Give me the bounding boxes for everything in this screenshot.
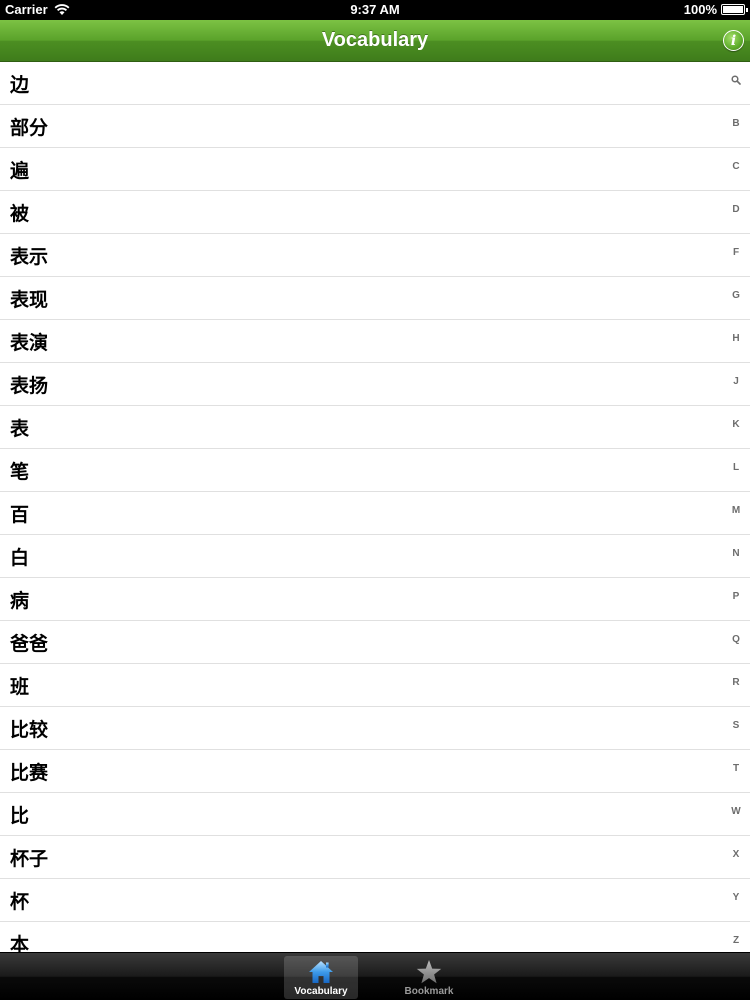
vocabulary-word: 遍 (10, 159, 30, 182)
section-index[interactable]: BCDFGHJKLMNPQRSTWXYZ (722, 62, 750, 952)
tab-vocabulary[interactable]: Vocabulary (284, 956, 358, 999)
vocabulary-word: 表示 (10, 245, 49, 268)
vocabulary-word: 被 (10, 202, 30, 225)
vocabulary-row[interactable]: 白 (0, 535, 750, 578)
vocabulary-word: 白 (10, 546, 30, 569)
search-icon (731, 75, 741, 85)
vocabulary-word: 百 (10, 503, 30, 526)
index-letter[interactable]: K (722, 406, 750, 449)
battery-indicator: 100% (683, 2, 748, 17)
page-title: Vocabulary (321, 29, 429, 51)
tab-bar: Vocabulary Bookmark (0, 952, 750, 1000)
index-letter[interactable]: P (722, 578, 750, 621)
vocabulary-word: 比 (10, 804, 30, 827)
vocabulary-word: 杯 (10, 890, 30, 913)
home-icon (309, 961, 333, 983)
index-search[interactable] (722, 62, 750, 105)
vocabulary-row[interactable]: 比较 (0, 707, 750, 750)
index-letter[interactable]: T (722, 750, 750, 793)
index-letter[interactable]: X (722, 836, 750, 879)
index-letter[interactable]: F (722, 234, 750, 277)
app-screen: Carrier 9:37 AM 100% Vocabulary i 边部分遍被表… (0, 0, 750, 1000)
vocabulary-row[interactable]: 比 (0, 793, 750, 836)
vocabulary-row[interactable]: 班 (0, 664, 750, 707)
vocabulary-word: 表现 (10, 288, 49, 311)
vocabulary-word: 边 (10, 73, 30, 96)
index-letter[interactable]: G (722, 277, 750, 320)
clock: 9:37 AM (350, 2, 400, 17)
tab-bookmark[interactable]: Bookmark (392, 956, 466, 999)
vocabulary-word: 笔 (10, 460, 30, 483)
vocabulary-row[interactable]: 表示 (0, 234, 750, 277)
vocabulary-word: 表 (10, 417, 30, 440)
vocabulary-row[interactable]: 表演 (0, 320, 750, 363)
battery-fill (723, 6, 743, 13)
vocabulary-list[interactable]: 边部分遍被表示表现表演表扬表笔百白病爸爸班比较比赛比杯子杯本 (0, 62, 750, 952)
vocabulary-row[interactable]: 笔 (0, 449, 750, 492)
vocabulary-row[interactable]: 表现 (0, 277, 750, 320)
index-letter[interactable]: C (722, 148, 750, 191)
index-letter[interactable]: Y (722, 879, 750, 922)
vocabulary-row[interactable]: 本 (0, 922, 750, 953)
vocabulary-row[interactable]: 遍 (0, 148, 750, 191)
vocabulary-row[interactable]: 表扬 (0, 363, 750, 406)
index-letter[interactable]: L (722, 449, 750, 492)
vocabulary-row[interactable]: 比赛 (0, 750, 750, 793)
vocabulary-word: 本 (10, 933, 30, 953)
vocabulary-row[interactable]: 病 (0, 578, 750, 621)
battery-percent: 100% (683, 2, 717, 17)
index-letter[interactable]: W (722, 793, 750, 836)
index-letter[interactable]: J (722, 363, 750, 406)
index-letter[interactable]: S (722, 707, 750, 750)
vocabulary-row[interactable]: 被 (0, 191, 750, 234)
vocabulary-row[interactable]: 杯子 (0, 836, 750, 879)
index-letter[interactable]: H (722, 320, 750, 363)
navigation-bar: Vocabulary i (0, 20, 750, 62)
star-icon (416, 960, 442, 984)
index-letter[interactable]: M (722, 492, 750, 535)
vocabulary-row[interactable]: 百 (0, 492, 750, 535)
battery-icon (721, 4, 748, 15)
vocabulary-row[interactable]: 表 (0, 406, 750, 449)
vocabulary-word: 杯子 (10, 847, 49, 870)
vocabulary-word: 班 (10, 675, 30, 698)
vocabulary-word: 比较 (10, 718, 49, 741)
vocabulary-word: 爸爸 (10, 632, 49, 655)
status-bar: Carrier 9:37 AM 100% (0, 0, 750, 20)
vocabulary-word: 部分 (10, 116, 49, 139)
index-letter[interactable]: R (722, 664, 750, 707)
index-letter[interactable]: N (722, 535, 750, 578)
vocabulary-word: 表演 (10, 331, 49, 354)
vocabulary-row[interactable]: 杯 (0, 879, 750, 922)
index-letter[interactable]: Q (722, 621, 750, 664)
index-letter[interactable]: D (722, 191, 750, 234)
tab-bookmark-label: Bookmark (404, 986, 454, 997)
vocabulary-word: 比赛 (10, 761, 49, 784)
info-icon: i (730, 32, 737, 49)
vocabulary-row[interactable]: 边 (0, 62, 750, 105)
vocabulary-row[interactable]: 部分 (0, 105, 750, 148)
vocabulary-word: 表扬 (10, 374, 49, 397)
vocabulary-word: 病 (10, 589, 30, 612)
vocabulary-row[interactable]: 爸爸 (0, 621, 750, 664)
tab-vocabulary-label: Vocabulary (294, 986, 348, 997)
index-letter[interactable]: B (722, 105, 750, 148)
info-button[interactable]: i (723, 30, 744, 51)
